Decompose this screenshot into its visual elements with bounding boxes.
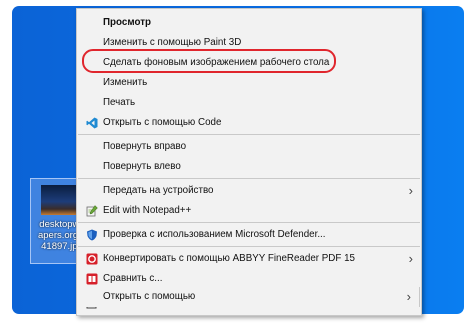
menu-item-rotate-left[interactable]: Повернуть влево	[77, 157, 421, 177]
menu-item-print[interactable]: Печать	[77, 93, 421, 113]
menu-item-label: Открыть с помощью Code	[103, 117, 222, 128]
menu-item-label: Конвертировать с помощью ABBYY FineReade…	[103, 253, 355, 264]
menu-separator	[78, 222, 420, 223]
menu-item-label: Изменить	[103, 77, 148, 88]
abbyy-icon	[86, 253, 98, 265]
menu-item-label: Edit with Notepad++	[103, 205, 192, 216]
menu-item-label: Проверка с использованием Microsoft Defe…	[103, 229, 326, 240]
menu-item-compare-with[interactable]: Сравнить с...	[77, 269, 421, 289]
notepadpp-icon	[86, 205, 98, 217]
menu-item-label: Просмотр	[103, 17, 151, 28]
highlight-annotation	[82, 49, 336, 73]
menu-item-label: Сравнить с...	[103, 273, 163, 284]
menu-item-open-with-code[interactable]: Открыть с помощью Code	[77, 113, 421, 133]
menu-item-edit-notepadpp[interactable]: Edit with Notepad++	[77, 201, 421, 221]
menu-item-view[interactable]: Просмотр	[77, 13, 421, 33]
defender-icon	[87, 229, 97, 241]
menu-item-edit[interactable]: Изменить	[77, 73, 421, 93]
menu-separator	[78, 246, 420, 247]
menu-item-label: Повернуть вправо	[103, 141, 187, 152]
menu-item-cast-to-device[interactable]: Передать на устройство ›	[77, 181, 421, 201]
abbyy-compare-icon	[86, 273, 98, 285]
menu-separator	[78, 134, 420, 135]
chevron-right-icon: ›	[408, 183, 413, 198]
menu-item-label: Повернуть влево	[103, 161, 181, 172]
vscode-icon	[86, 117, 98, 129]
image-thumbnail	[41, 185, 81, 215]
menu-item-defender-scan[interactable]: Проверка с использованием Microsoft Defe…	[77, 225, 421, 245]
menu-separator	[78, 178, 420, 179]
chevron-right-icon: ›	[408, 251, 413, 266]
chevron-right-icon: ›	[406, 289, 411, 304]
menu-item-label: Передать на устройство	[103, 185, 214, 196]
menu-item-abbyy-convert[interactable]: Конвертировать с помощью ABBYY FineReade…	[77, 249, 421, 269]
menu-item-open-with[interactable]: Открыть с помощью ›	[76, 287, 420, 307]
menu-item-rotate-right[interactable]: Повернуть вправо	[77, 137, 421, 157]
menu-item-label: Открыть с помощью	[103, 291, 196, 302]
menu-item-label: Печать	[103, 97, 136, 108]
